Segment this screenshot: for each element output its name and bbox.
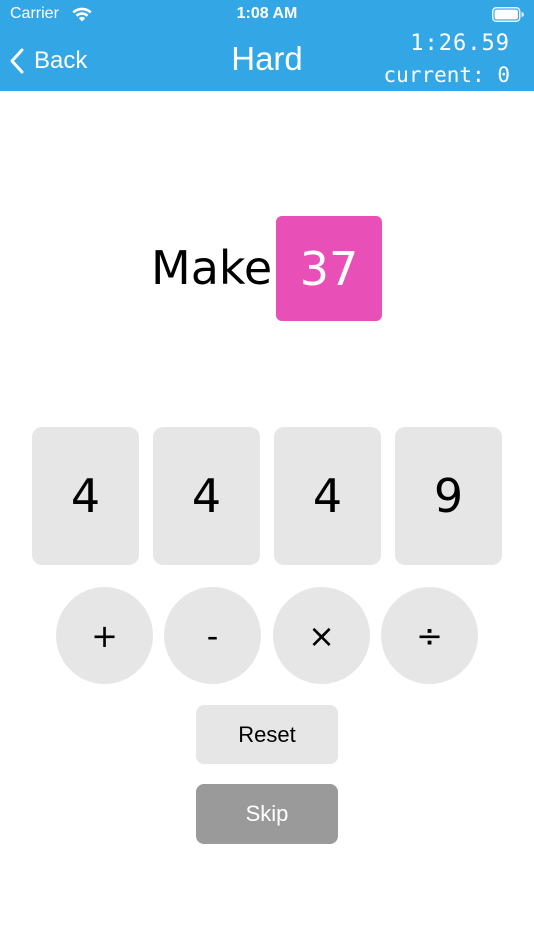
clock: 1:08 AM [236, 5, 298, 22]
number-card-3[interactable]: 4 [274, 427, 381, 565]
current-counter: current: 0 [384, 63, 510, 87]
target-row: Make 37 [0, 216, 534, 321]
multiply-button[interactable]: × [273, 587, 370, 684]
number-card-2[interactable]: 4 [153, 427, 260, 565]
current-label: current: [383, 63, 485, 87]
header: Carrier 1:08 AM Back Hard 1:26.59 curren… [0, 0, 534, 91]
number-card-4[interactable]: 9 [395, 427, 502, 565]
plus-button[interactable]: + [56, 587, 153, 684]
minus-button[interactable]: - [164, 587, 261, 684]
nav-bar: Back Hard 1:26.59 current: 0 [0, 30, 534, 91]
reset-button[interactable]: Reset [196, 705, 338, 764]
divide-button[interactable]: ÷ [381, 587, 478, 684]
current-value: 0 [497, 63, 510, 87]
number-card-1[interactable]: 4 [32, 427, 139, 565]
battery-icon [492, 7, 524, 22]
skip-button[interactable]: Skip [196, 784, 338, 844]
make-label: Make [151, 241, 273, 295]
target-number: 37 [276, 216, 382, 321]
status-bar: Carrier 1:08 AM [0, 0, 534, 30]
timer: 1:26.59 [410, 31, 510, 56]
